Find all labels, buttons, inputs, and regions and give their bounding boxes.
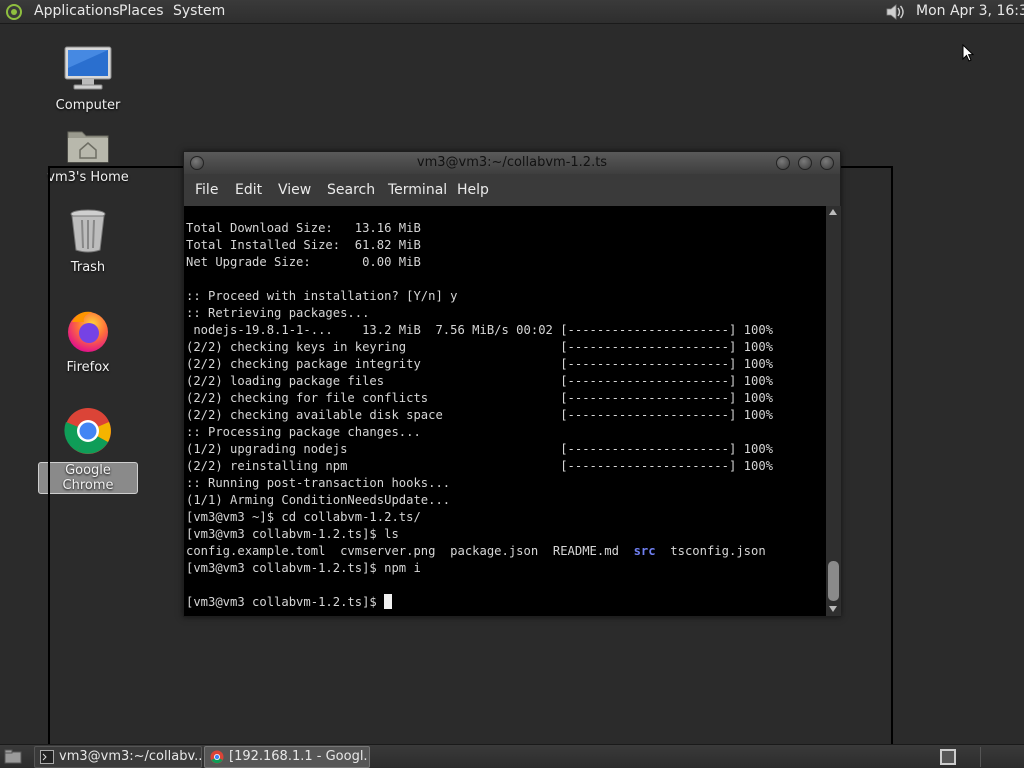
- terminal-line: [vm3@vm3 collabvm-1.2.ts]$ npm i: [186, 561, 421, 575]
- scroll-up-icon[interactable]: [829, 209, 837, 215]
- close-button[interactable]: [820, 156, 834, 170]
- terminal-line: [vm3@vm3 ~]$ cd collabvm-1.2.ts/: [186, 510, 421, 524]
- prompt-line[interactable]: [vm3@vm3 collabvm-1.2.ts]$: [186, 594, 826, 611]
- terminal-line: :: Running post-transaction hooks...: [186, 476, 451, 490]
- terminal-line: (2/2) loading package files [-----------…: [186, 374, 773, 388]
- home-folder-icon: [67, 131, 109, 163]
- maximize-button[interactable]: [798, 156, 812, 170]
- terminal-line: [vm3@vm3 collabvm-1.2.ts]$ ls: [186, 527, 399, 541]
- menu-view[interactable]: View: [278, 182, 311, 198]
- ls-dir-src: src: [633, 544, 656, 558]
- menu-system[interactable]: System: [173, 3, 225, 19]
- terminal-line: Total Download Size: 13.16 MiB: [186, 221, 421, 235]
- scroll-down-icon[interactable]: [829, 606, 837, 612]
- terminal-line: (2/2) checking available disk space [---…: [186, 408, 773, 422]
- top-panel: Applications Places System Mon Apr 3, 16…: [0, 0, 1024, 24]
- terminal-icon: [40, 750, 54, 764]
- taskbar-item-chrome[interactable]: [192.168.1.1 - Googl...: [204, 746, 370, 768]
- taskbar-item-label: [192.168.1.1 - Googl...: [229, 749, 370, 764]
- terminal-line: (1/2) upgrading nodejs [----------------…: [186, 442, 773, 456]
- terminal-line: Total Installed Size: 61.82 MiB: [186, 238, 421, 252]
- menu-terminal[interactable]: Terminal: [388, 182, 447, 198]
- bottom-panel: vm3@vm3:~/collabv... [192.168.1.1 - Goog…: [0, 744, 1024, 768]
- mouse-pointer-icon: [962, 44, 975, 62]
- ls-files-after: tsconfig.json: [655, 544, 766, 558]
- terminal-line: (2/2) checking keys in keyring [--------…: [186, 340, 773, 354]
- terminal-line: (1/1) Arming ConditionNeedsUpdate...: [186, 493, 451, 507]
- chrome-icon: [210, 750, 224, 764]
- menu-places[interactable]: Places: [119, 3, 164, 19]
- terminal-line: :: Processing package changes...: [186, 425, 421, 439]
- terminal-line: (2/2) reinstalling npm [----------------…: [186, 459, 773, 473]
- window-title: vm3@vm3:~/collabvm-1.2.ts: [416, 155, 608, 170]
- terminal-window[interactable]: vm3@vm3:~/collabvm-1.2.ts File Edit View…: [183, 151, 841, 617]
- menu-search[interactable]: Search: [327, 182, 375, 198]
- taskbar-item-terminal[interactable]: vm3@vm3:~/collabv...: [34, 746, 202, 768]
- minimize-button[interactable]: [776, 156, 790, 170]
- computer-icon: [64, 46, 112, 90]
- terminal-scrollbar[interactable]: [826, 206, 841, 616]
- terminal-line: (2/2) checking package integrity [------…: [186, 357, 773, 371]
- terminal-line: :: Retrieving packages...: [186, 306, 370, 320]
- volume-icon[interactable]: [884, 2, 906, 22]
- scroll-thumb[interactable]: [828, 561, 839, 601]
- terminal-titlebar[interactable]: vm3@vm3:~/collabvm-1.2.ts: [184, 152, 840, 174]
- text-cursor: [384, 594, 393, 609]
- desktop-icon-label: Computer: [55, 98, 121, 113]
- terminal-line: :: Proceed with installation? [Y/n] y: [186, 289, 458, 303]
- terminal-line: Net Upgrade Size: 0.00 MiB: [186, 255, 421, 269]
- desktop-icon-computer[interactable]: Computer: [38, 44, 138, 113]
- taskbar-item-label: vm3@vm3:~/collabv...: [59, 749, 202, 764]
- terminal-output[interactable]: Total Download Size: 13.16 MiB Total Ins…: [184, 206, 826, 616]
- menu-help[interactable]: Help: [457, 182, 489, 198]
- panel-divider: [980, 747, 981, 767]
- window-menu-icon[interactable]: [190, 156, 204, 170]
- terminal-line: (2/2) checking for file conflicts [-----…: [186, 391, 773, 405]
- terminal-menubar: File Edit View Search Terminal Help: [184, 174, 840, 206]
- workspace-switcher-1[interactable]: [940, 749, 956, 765]
- ls-output-line: config.example.toml cvmserver.png packag…: [186, 543, 826, 560]
- clock[interactable]: Mon Apr 3, 16:34: [916, 3, 1024, 19]
- distro-logo-icon[interactable]: [6, 4, 22, 20]
- menu-edit[interactable]: Edit: [235, 182, 262, 198]
- menu-file[interactable]: File: [195, 182, 218, 198]
- shell-prompt: [vm3@vm3 collabvm-1.2.ts]$: [186, 595, 385, 609]
- terminal-line: nodejs-19.8.1-1-... 13.2 MiB 7.56 MiB/s …: [186, 323, 773, 337]
- ls-files: config.example.toml cvmserver.png packag…: [186, 544, 634, 558]
- show-desktop-icon[interactable]: [4, 749, 22, 765]
- menu-applications[interactable]: Applications: [34, 3, 120, 19]
